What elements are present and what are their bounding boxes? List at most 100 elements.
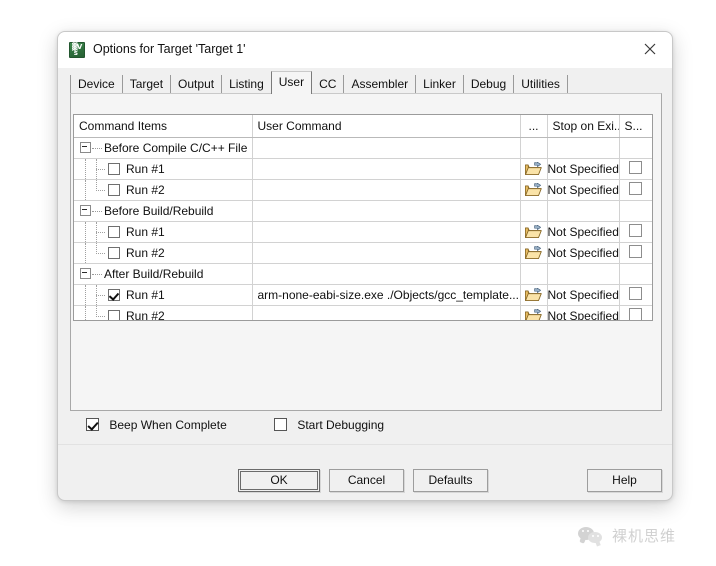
cell-browse[interactable] <box>520 305 548 320</box>
cell-command-items[interactable]: Run #1 <box>74 158 253 180</box>
open-folder-icon[interactable] <box>525 225 542 239</box>
tab-strip: Device Target Output Listing User CC Assembler… <box>58 68 672 94</box>
beep-when-complete-checkbox[interactable]: Beep When Complete <box>86 417 227 433</box>
column-header-s[interactable]: S... <box>619 115 652 138</box>
cancel-button[interactable]: Cancel <box>329 469 404 492</box>
table-row[interactable]: Run #2 Not Specified <box>74 179 652 201</box>
table-row[interactable]: After Build/Rebuild <box>74 263 652 285</box>
defaults-button[interactable]: Defaults <box>413 469 488 492</box>
stop-on-exit-value: Not Specified <box>547 225 619 239</box>
start-debugging-checkbox[interactable]: Start Debugging <box>274 417 384 433</box>
ok-button[interactable]: OK <box>238 469 320 492</box>
run-enable-checkbox[interactable] <box>108 309 120 320</box>
cell-stop-on-exit[interactable]: Not Specified <box>547 179 620 201</box>
cell-stop-on-exit[interactable] <box>547 263 620 285</box>
s-column-checkbox[interactable] <box>629 287 642 300</box>
cell-user-command[interactable] <box>252 242 521 264</box>
cell-user-command[interactable] <box>252 137 521 159</box>
column-header-stop-on-exit[interactable]: Stop on Exi... <box>547 115 620 138</box>
cell-browse[interactable] <box>520 284 548 306</box>
beep-when-complete-label: Beep When Complete <box>109 418 227 432</box>
cell-s[interactable] <box>619 305 652 320</box>
cell-command-items[interactable]: Run #2 <box>74 305 253 320</box>
collapse-expander-icon[interactable] <box>80 142 91 154</box>
cell-s[interactable] <box>619 158 652 180</box>
table-row[interactable]: Before Compile C/C++ File <box>74 137 652 159</box>
s-column-checkbox[interactable] <box>629 182 642 195</box>
tab-list: Device Target Output Listing User CC Assembler… <box>70 71 568 94</box>
open-folder-icon[interactable] <box>525 309 542 320</box>
run-enable-checkbox[interactable] <box>108 225 120 238</box>
command-items-grid[interactable]: Command Items User Command ... Stop on E… <box>73 114 653 321</box>
cell-user-command[interactable] <box>252 179 521 201</box>
tab-device[interactable]: Device <box>70 75 123 94</box>
cell-s[interactable] <box>619 242 652 264</box>
tab-output[interactable]: Output <box>171 75 223 94</box>
cell-s[interactable] <box>619 179 652 201</box>
collapse-expander-icon[interactable] <box>80 205 91 217</box>
run-enable-checkbox[interactable] <box>108 246 120 259</box>
s-column-checkbox[interactable] <box>629 161 642 174</box>
cell-command-items[interactable]: Run #2 <box>74 179 253 201</box>
cell-browse[interactable] <box>520 242 548 264</box>
close-icon[interactable] <box>628 32 672 66</box>
column-header-user-command[interactable]: User Command <box>252 115 521 138</box>
cell-stop-on-exit[interactable]: Not Specified <box>547 242 620 264</box>
cell-user-command[interactable] <box>252 221 521 243</box>
cell-command-items[interactable]: Run #1 <box>74 221 253 243</box>
cell-stop-on-exit[interactable] <box>547 200 620 222</box>
cell-user-command[interactable] <box>252 200 521 222</box>
cell-command-items[interactable]: Run #1 <box>74 284 253 306</box>
cell-stop-on-exit[interactable]: Not Specified <box>547 284 620 306</box>
table-row[interactable]: Run #1 Not Specified <box>74 158 652 180</box>
tab-debug[interactable]: Debug <box>463 75 515 94</box>
run-enable-checkbox[interactable] <box>108 162 120 175</box>
cell-stop-on-exit[interactable] <box>547 137 620 159</box>
table-row[interactable]: Run #1 Not Specified <box>74 221 652 243</box>
tab-cc[interactable]: CC <box>312 75 345 94</box>
cell-command-items[interactable]: Run #2 <box>74 242 253 264</box>
table-row[interactable]: Run #2 Not Specified <box>74 305 652 321</box>
cell-stop-on-exit[interactable]: Not Specified <box>547 158 620 180</box>
s-column-checkbox[interactable] <box>629 224 642 237</box>
cell-command-items[interactable]: Before Compile C/C++ File <box>74 137 253 159</box>
help-button[interactable]: Help <box>587 469 662 492</box>
cell-user-command[interactable] <box>252 263 521 285</box>
cell-user-command[interactable] <box>252 305 521 320</box>
open-folder-icon[interactable] <box>525 183 542 197</box>
cell-browse <box>520 137 548 159</box>
cell-command-items[interactable]: After Build/Rebuild <box>74 263 253 285</box>
tab-listing[interactable]: Listing <box>222 75 272 94</box>
start-debugging-label: Start Debugging <box>297 418 385 432</box>
cell-s[interactable] <box>619 221 652 243</box>
column-header-command-items[interactable]: Command Items <box>74 115 253 138</box>
table-row[interactable]: Run #2 Not Specified <box>74 242 652 264</box>
tab-user[interactable]: User <box>270 71 313 94</box>
cell-user-command[interactable] <box>252 158 521 180</box>
cell-browse[interactable] <box>520 221 548 243</box>
tab-target[interactable]: Target <box>122 75 172 94</box>
open-folder-icon[interactable] <box>525 288 542 302</box>
run-enable-checkbox[interactable] <box>108 183 120 196</box>
open-folder-icon[interactable] <box>525 246 542 260</box>
table-row[interactable]: Before Build/Rebuild <box>74 200 652 222</box>
cell-stop-on-exit[interactable]: Not Specified <box>547 221 620 243</box>
s-column-checkbox[interactable] <box>629 308 642 320</box>
cell-s[interactable] <box>619 284 652 306</box>
tab-utilities[interactable]: Utilities <box>514 75 568 94</box>
run-enable-checkbox[interactable] <box>108 288 120 301</box>
collapse-expander-icon[interactable] <box>80 268 91 280</box>
cell-browse[interactable] <box>520 179 548 201</box>
cell-browse[interactable] <box>520 158 548 180</box>
cell-command-items[interactable]: Before Build/Rebuild <box>74 200 253 222</box>
stop-on-exit-value: Not Specified <box>547 309 619 321</box>
tab-linker[interactable]: Linker <box>416 75 464 94</box>
tab-assembler[interactable]: Assembler <box>344 75 417 94</box>
table-row[interactable]: Run #1 arm-none-eabi-size.exe ./Objects/g… <box>74 284 652 306</box>
cell-user-command[interactable]: arm-none-eabi-size.exe ./Objects/gcc_tem… <box>252 284 521 306</box>
cell-stop-on-exit[interactable]: Not Specified <box>547 305 620 321</box>
tree-connector <box>85 159 86 179</box>
open-folder-icon[interactable] <box>525 162 542 176</box>
s-column-checkbox[interactable] <box>629 245 642 258</box>
column-header-dots[interactable]: ... <box>520 115 548 138</box>
